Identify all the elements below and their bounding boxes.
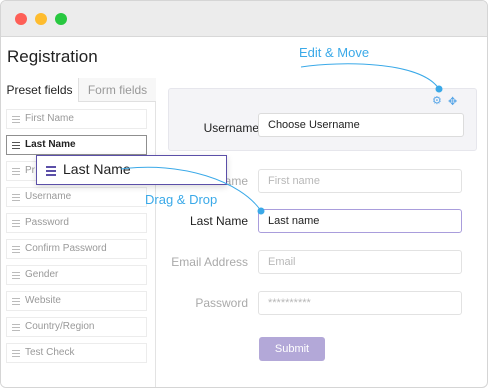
minimize-window-button[interactable] — [35, 13, 47, 25]
preset-field-label: Username — [25, 191, 72, 202]
email-label: Email Address — [171, 255, 248, 269]
preset-field-test-check[interactable]: Test Check — [6, 343, 147, 363]
first-name-input[interactable]: First name — [258, 169, 462, 193]
drag-ghost-last-name[interactable]: Last Name — [36, 155, 227, 185]
preset-field-label: Test Check — [25, 347, 75, 358]
preset-field-password[interactable]: Password — [6, 213, 147, 233]
drag-handle-icon — [12, 194, 20, 203]
password-label: Password — [195, 296, 248, 310]
drag-handle-icon — [46, 166, 56, 178]
title-bar — [1, 1, 487, 37]
preset-field-username[interactable]: Username — [6, 187, 147, 207]
app-window: Registration Preset fields Form fields F… — [0, 0, 488, 388]
preset-field-website[interactable]: Website — [6, 291, 147, 311]
preset-field-label: Country/Region — [25, 321, 95, 332]
password-input[interactable]: ********** — [258, 291, 462, 315]
field-tools: ⚙ ✥ — [432, 96, 462, 109]
edit-move-annotation: Edit & Move — [299, 45, 370, 60]
drag-handle-icon — [12, 272, 20, 281]
close-window-button[interactable] — [15, 13, 27, 25]
preset-field-gender[interactable]: Gender — [6, 265, 147, 285]
last-name-input[interactable]: Last name — [258, 209, 462, 233]
field-tabs: Preset fields Form fields — [1, 78, 156, 102]
drag-handle-icon — [12, 168, 20, 177]
drag-handle-icon — [12, 220, 20, 229]
page-title: Registration — [7, 47, 98, 66]
preset-field-label: Gender — [25, 269, 59, 280]
username-label: Username — [203, 121, 259, 135]
form-canvas: ⚙ ✥ Username Choose Username ame First n… — [157, 78, 487, 387]
tab-form-fields[interactable]: Form fields — [79, 78, 156, 102]
preset-fields-panel: First Name Last Name Pr Username Passwor… — [1, 102, 156, 387]
preset-field-label: Confirm Password — [25, 243, 107, 254]
preset-field-label: Website — [25, 295, 61, 306]
preset-field-country-region[interactable]: Country/Region — [6, 317, 147, 337]
drag-ghost-label: Last Name — [63, 161, 131, 177]
preset-field-first-name[interactable]: First Name — [6, 109, 147, 129]
preset-field-last-name[interactable]: Last Name — [6, 135, 147, 155]
email-input[interactable]: Email — [258, 250, 462, 274]
drag-drop-annotation: Drag & Drop — [145, 192, 218, 207]
drag-handle-icon — [12, 116, 20, 125]
preset-field-label: Pr — [25, 165, 35, 176]
preset-field-confirm-password[interactable]: Confirm Password — [6, 239, 147, 259]
drag-handle-icon — [12, 298, 20, 307]
drag-handle-icon — [12, 142, 20, 151]
preset-field-label: Password — [25, 217, 69, 228]
drag-handle-icon — [12, 246, 20, 255]
tab-preset-fields[interactable]: Preset fields — [1, 78, 79, 102]
maximize-window-button[interactable] — [55, 13, 67, 25]
submit-button[interactable]: Submit — [259, 337, 325, 361]
drag-handle-icon — [12, 324, 20, 333]
last-name-label: Last Name — [189, 214, 248, 228]
username-input[interactable]: Choose Username — [258, 113, 464, 137]
preset-field-label: Last Name — [25, 139, 76, 150]
preset-field-label: First Name — [25, 113, 74, 124]
username-field-card[interactable]: ⚙ ✥ Username Choose Username — [168, 88, 477, 151]
drag-handle-icon — [12, 350, 20, 359]
gear-icon[interactable]: ⚙ — [432, 96, 442, 107]
move-icon[interactable]: ✥ — [448, 96, 460, 108]
